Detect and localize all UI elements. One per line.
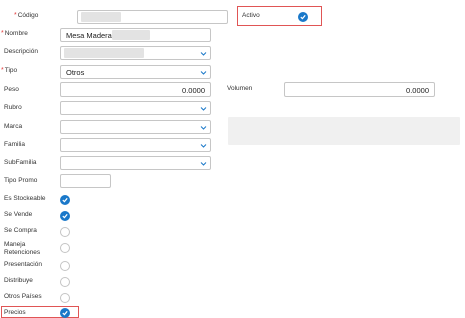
familia-label: Familia xyxy=(4,141,25,148)
activo-checkbox[interactable] xyxy=(298,12,308,22)
tipo-promo-input[interactable] xyxy=(60,174,111,188)
familia-select[interactable] xyxy=(60,138,211,152)
codigo-input[interactable] xyxy=(77,10,228,24)
redacted-value xyxy=(64,48,144,58)
chevron-down-icon xyxy=(200,142,207,149)
volumen-input[interactable]: 0.0000 xyxy=(284,82,435,97)
chevron-down-icon xyxy=(200,124,207,131)
required-mark: * xyxy=(14,12,17,19)
redacted-value xyxy=(112,30,150,40)
check-icon xyxy=(62,310,68,316)
check-icon xyxy=(62,213,68,219)
chevron-down-icon xyxy=(200,105,207,112)
check-label-presentacion: Presentación xyxy=(4,261,42,268)
rubro-label: Rubro xyxy=(4,104,22,111)
subfamilia-select[interactable] xyxy=(60,156,211,170)
check-icon xyxy=(62,197,68,203)
tipo-label: *Tipo xyxy=(1,67,18,74)
descripcion-label: Descripción xyxy=(4,48,38,55)
tipo-promo-label: Tipo Promo xyxy=(4,177,38,184)
check-label-se-compra: Se Compra xyxy=(4,227,37,234)
checkbox-retenciones[interactable] xyxy=(60,243,70,253)
checkbox-se-vende[interactable] xyxy=(60,211,70,221)
check-label-distribuye: Distribuye xyxy=(4,277,33,284)
nombre-label: *Nombre xyxy=(1,30,28,37)
checkbox-precios[interactable] xyxy=(60,308,70,318)
redacted-value xyxy=(81,12,121,22)
check-icon xyxy=(300,14,306,20)
tipo-select[interactable]: Otros xyxy=(60,65,211,79)
rubro-select[interactable] xyxy=(60,101,211,115)
peso-input[interactable]: 0.0000 xyxy=(60,82,211,97)
marca-select[interactable] xyxy=(60,120,211,134)
check-label-otros-paises: Otros Países xyxy=(4,293,42,300)
subfamilia-label: SubFamilia xyxy=(4,159,37,166)
activo-label: Activo xyxy=(242,12,260,19)
check-label-stockeable: Es Stockeable xyxy=(4,195,46,202)
chevron-down-icon xyxy=(200,69,207,76)
chevron-down-icon xyxy=(200,50,207,57)
checkbox-stockeable[interactable] xyxy=(60,195,70,205)
marca-label: Marca xyxy=(4,123,23,130)
volumen-label: Volumen xyxy=(227,85,253,92)
chevron-down-icon xyxy=(200,160,207,167)
check-label-precios: Precios xyxy=(4,309,26,316)
checkbox-presentacion[interactable] xyxy=(60,261,70,271)
check-label-se-vende: Se Vende xyxy=(4,211,33,218)
checkbox-distribuye[interactable] xyxy=(60,277,70,287)
check-label-retenciones: Maneja Retenciones xyxy=(4,241,41,256)
nombre-input[interactable]: Mesa Madera xyxy=(60,28,211,42)
codigo-label: *Código xyxy=(14,12,39,19)
checkbox-otros-paises[interactable] xyxy=(60,293,70,303)
descripcion-select[interactable] xyxy=(60,46,211,60)
peso-label: Peso xyxy=(4,86,19,93)
redacted-area xyxy=(228,117,460,145)
checkbox-se-compra[interactable] xyxy=(60,227,70,237)
